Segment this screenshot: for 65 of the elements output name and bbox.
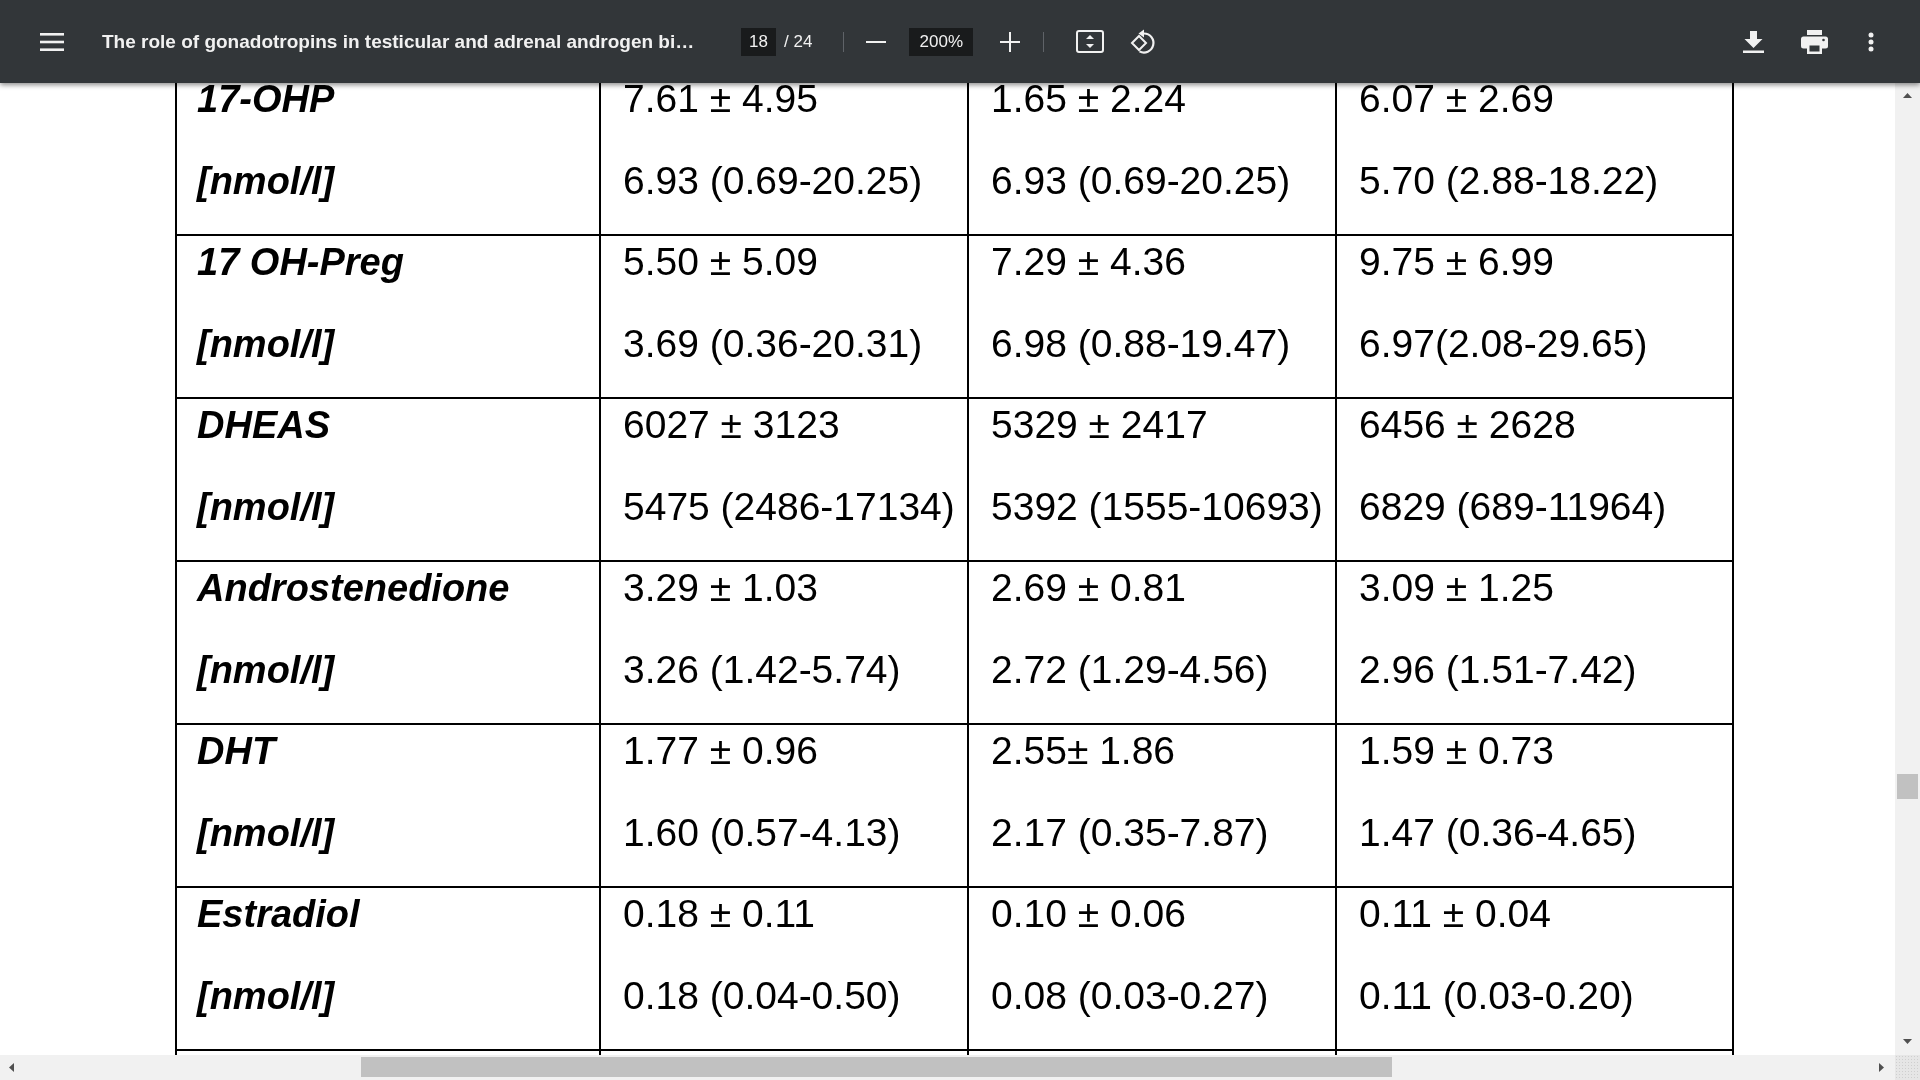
triangle-up-icon[interactable]: [1903, 93, 1912, 98]
fit-page-icon[interactable]: [1076, 30, 1105, 53]
mean-sd-value: 3.29 ± 1.03: [623, 568, 818, 608]
median-range-value: 5392 (1555-10693): [991, 487, 1323, 527]
median-range-value: 2.17 (0.35-7.87): [991, 813, 1269, 853]
median-range-value: 6.97(2.08-29.65): [1359, 324, 1648, 364]
page-count: / 24: [784, 31, 813, 52]
mean-sd-value: 0.18 ± 0.11: [623, 894, 815, 934]
analyte-name: DHEAS: [197, 405, 331, 445]
printer-icon[interactable]: [1801, 29, 1828, 54]
median-range-value: 1.47 (0.36-4.65): [1359, 813, 1637, 853]
mean-sd-value: 9.75 ± 6.99: [1359, 242, 1554, 282]
scrollbar-thumb[interactable]: [361, 1057, 1392, 1077]
unit-label: [nmol/l]: [197, 650, 335, 690]
mean-sd-value: 5329 ± 2417: [991, 405, 1208, 445]
minus-icon[interactable]: [866, 40, 887, 43]
mean-sd-value: 1.59 ± 0.73: [1359, 731, 1554, 771]
mean-sd-value: 1.65 ± 2.24: [991, 83, 1186, 119]
mean-sd-value: 1.77 ± 0.96: [623, 731, 818, 771]
median-range-value: 6.93 (0.69-20.25): [991, 161, 1291, 201]
unit-label: [nmol/l]: [197, 813, 335, 853]
mean-sd-value: 6027 ± 3123: [623, 405, 840, 445]
document-title: The role of gonadotropins in testicular and adrenal androgen bi…: [102, 30, 695, 53]
median-range-value: 5.70 (2.88-18.22): [1359, 161, 1659, 201]
mean-sd-value: 7.29 ± 4.36: [991, 242, 1186, 282]
scrollbar-thumb[interactable]: [1897, 774, 1918, 799]
triangle-right-icon[interactable]: [1879, 1063, 1884, 1072]
median-range-value: 1.60 (0.57-4.13): [623, 813, 901, 853]
mean-sd-value: 3.09 ± 1.25: [1359, 568, 1554, 608]
unit-label: [nmol/l]: [197, 161, 335, 201]
mean-sd-value: 5.50 ± 5.09: [623, 242, 818, 282]
median-range-value: 2.96 (1.51-7.42): [1359, 650, 1637, 690]
median-range-value: 3.69 (0.36-20.31): [623, 324, 923, 364]
median-range-value: 6829 (689-11964): [1359, 487, 1667, 527]
page-number-field[interactable]: 18: [741, 27, 776, 56]
median-range-value: 6.93 (0.69-20.25): [623, 161, 923, 201]
mean-sd-value: 6.07 ± 2.69: [1359, 83, 1554, 119]
mean-sd-value: 0.11 ± 0.04: [1359, 894, 1551, 934]
mean-sd-value: 2.69 ± 0.81: [991, 568, 1186, 608]
unit-label: [nmol/l]: [197, 976, 335, 1016]
triangle-down-icon[interactable]: [1903, 1039, 1912, 1044]
download-icon[interactable]: [1743, 30, 1764, 53]
median-range-value: 6.98 (0.88-19.47): [991, 324, 1291, 364]
median-range-value: 0.18 (0.04-0.50): [623, 976, 901, 1016]
analyte-name: Estradiol: [197, 894, 360, 934]
mean-sd-value: 6456 ± 2628: [1359, 405, 1576, 445]
median-range-value: 3.26 (1.42-5.74): [623, 650, 901, 690]
plus-icon[interactable]: [1000, 31, 1021, 52]
unit-label: [nmol/l]: [197, 487, 335, 527]
mean-sd-value: 0.10 ± 0.06: [991, 894, 1186, 934]
median-range-value: 0.11 (0.03-0.20): [1359, 976, 1634, 1016]
analyte-name: 17-OHP: [197, 83, 335, 119]
more-vertical-icon[interactable]: [1868, 31, 1874, 52]
zoom-level-field[interactable]: 200%: [909, 27, 974, 56]
menu-icon[interactable]: [40, 32, 64, 51]
analyte-name: Androstenedione: [197, 568, 510, 608]
triangle-left-icon[interactable]: [9, 1063, 14, 1072]
median-range-value: 2.72 (1.29-4.56): [991, 650, 1269, 690]
mean-sd-value: 2.55± 1.86: [991, 731, 1176, 771]
median-range-value: 0.08 (0.03-0.27): [991, 976, 1269, 1016]
mean-sd-value: 7.61 ± 4.95: [623, 83, 818, 119]
analyte-name: DHT: [197, 731, 276, 771]
analyte-name: 17 OH-Preg: [197, 242, 404, 282]
unit-label: [nmol/l]: [197, 324, 335, 364]
median-range-value: 5475 (2486-17134): [623, 487, 955, 527]
